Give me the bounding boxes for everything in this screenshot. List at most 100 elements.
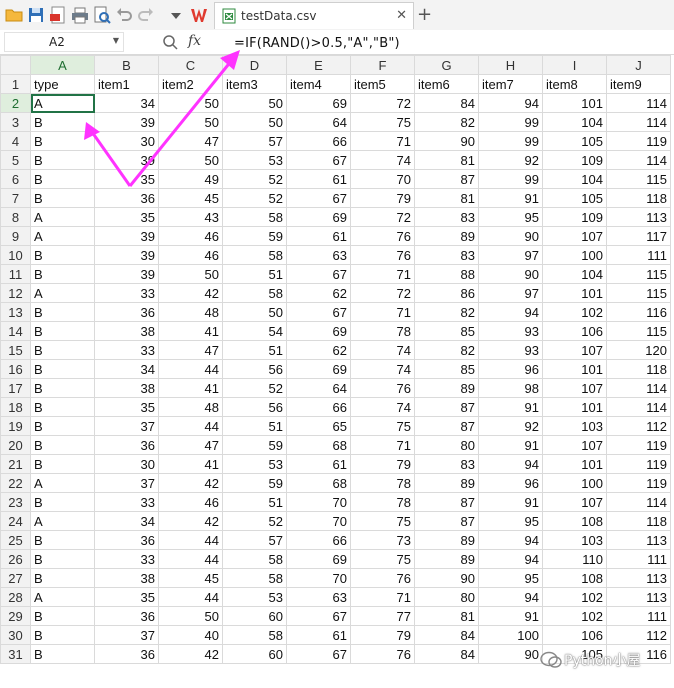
cell[interactable]: 82	[414, 340, 479, 360]
cell[interactable]: B	[30, 606, 95, 626]
cell[interactable]: 43	[158, 207, 223, 227]
cell[interactable]: 101	[542, 283, 607, 303]
header-cell[interactable]: item9	[606, 74, 671, 94]
cell[interactable]: B	[30, 435, 95, 455]
cell[interactable]: 42	[158, 511, 223, 531]
cell[interactable]: 104	[542, 169, 607, 189]
cell[interactable]: 51	[222, 340, 287, 360]
row-header[interactable]: 30	[0, 625, 31, 645]
cell[interactable]: 90	[478, 264, 543, 284]
cell[interactable]: 38	[94, 378, 159, 398]
cell[interactable]: 75	[350, 416, 415, 436]
column-header-e[interactable]: E	[286, 55, 351, 75]
print-icon[interactable]	[71, 6, 89, 24]
column-header-j[interactable]: J	[606, 55, 671, 75]
header-cell[interactable]: item7	[478, 74, 543, 94]
cell[interactable]: 81	[414, 150, 479, 170]
cell[interactable]: 87	[414, 511, 479, 531]
row-header[interactable]: 24	[0, 511, 31, 531]
cell[interactable]: 71	[350, 587, 415, 607]
cell[interactable]: 57	[222, 530, 287, 550]
cell[interactable]: 53	[222, 150, 287, 170]
cell[interactable]: 52	[222, 169, 287, 189]
cell[interactable]: 58	[222, 283, 287, 303]
cell[interactable]: 47	[158, 340, 223, 360]
cell[interactable]: 76	[350, 568, 415, 588]
cell[interactable]: 68	[286, 435, 351, 455]
cell[interactable]: 111	[606, 549, 671, 569]
cell[interactable]: B	[30, 644, 95, 664]
cell[interactable]: 47	[158, 131, 223, 151]
cell[interactable]: 71	[350, 435, 415, 455]
cell[interactable]: 95	[478, 511, 543, 531]
cell[interactable]: 71	[350, 264, 415, 284]
row-header[interactable]: 19	[0, 416, 31, 436]
cell[interactable]: 119	[606, 454, 671, 474]
cell[interactable]: 75	[350, 112, 415, 132]
cell[interactable]: 41	[158, 321, 223, 341]
cell[interactable]: B	[30, 492, 95, 512]
cell[interactable]: 34	[94, 359, 159, 379]
cell[interactable]: 48	[158, 302, 223, 322]
cell[interactable]: 109	[542, 150, 607, 170]
cell[interactable]: B	[30, 340, 95, 360]
cell[interactable]: 102	[542, 606, 607, 626]
cell[interactable]: 78	[350, 492, 415, 512]
cell[interactable]: 36	[94, 530, 159, 550]
cell[interactable]: 46	[158, 492, 223, 512]
cell[interactable]: 59	[222, 435, 287, 455]
row-header[interactable]: 8	[0, 207, 31, 227]
cell[interactable]: 67	[286, 264, 351, 284]
cell[interactable]: 61	[286, 625, 351, 645]
header-cell[interactable]: item2	[158, 74, 223, 94]
cell[interactable]: 90	[414, 568, 479, 588]
cell[interactable]: B	[30, 302, 95, 322]
cell[interactable]: 99	[478, 131, 543, 151]
cell[interactable]: 50	[222, 93, 287, 113]
cell[interactable]: B	[30, 169, 95, 189]
column-header-c[interactable]: C	[158, 55, 223, 75]
cell[interactable]: B	[30, 568, 95, 588]
cell[interactable]: 119	[606, 435, 671, 455]
row-header[interactable]: 12	[0, 283, 31, 303]
cell[interactable]: 35	[94, 397, 159, 417]
cell[interactable]: 68	[286, 473, 351, 493]
cell[interactable]: 72	[350, 207, 415, 227]
header-cell[interactable]: item6	[414, 74, 479, 94]
cell[interactable]: 71	[350, 302, 415, 322]
column-header-h[interactable]: H	[478, 55, 543, 75]
cell[interactable]: 74	[350, 340, 415, 360]
cell[interactable]: B	[30, 188, 95, 208]
cell[interactable]: 107	[542, 492, 607, 512]
cell[interactable]: 100	[542, 473, 607, 493]
cell[interactable]: 70	[286, 492, 351, 512]
cell[interactable]: B	[30, 131, 95, 151]
cell[interactable]: 44	[158, 416, 223, 436]
cell[interactable]: 69	[286, 549, 351, 569]
cell[interactable]: 115	[606, 169, 671, 189]
cell[interactable]: 39	[94, 264, 159, 284]
row-header[interactable]: 13	[0, 302, 31, 322]
cell[interactable]: 35	[94, 207, 159, 227]
cell[interactable]: 70	[350, 169, 415, 189]
cell[interactable]: 87	[414, 169, 479, 189]
cell[interactable]: 97	[478, 283, 543, 303]
cell[interactable]: 58	[222, 549, 287, 569]
cell[interactable]: 115	[606, 264, 671, 284]
insert-function-icon[interactable]: fx	[188, 33, 201, 49]
cell[interactable]: 100	[478, 625, 543, 645]
cell[interactable]: 60	[222, 606, 287, 626]
cell[interactable]: 70	[286, 568, 351, 588]
cell[interactable]: 51	[222, 264, 287, 284]
cell[interactable]: 74	[350, 359, 415, 379]
cell[interactable]: 91	[478, 492, 543, 512]
cell[interactable]: 53	[222, 454, 287, 474]
cell[interactable]: 44	[158, 359, 223, 379]
cell[interactable]: 91	[478, 435, 543, 455]
row-header[interactable]: 4	[0, 131, 31, 151]
cell[interactable]: 114	[606, 93, 671, 113]
cell[interactable]: 60	[222, 644, 287, 664]
column-header-i[interactable]: I	[542, 55, 607, 75]
cell[interactable]: 72	[350, 93, 415, 113]
row-header[interactable]: 22	[0, 473, 31, 493]
